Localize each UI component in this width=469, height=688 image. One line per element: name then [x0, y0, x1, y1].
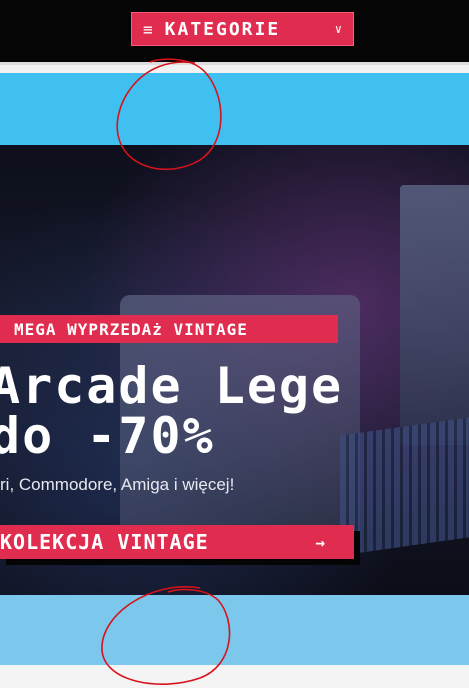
categories-button[interactable]: ≡ KATEGORIE ∨ [131, 12, 354, 46]
footer-strip [0, 665, 469, 688]
vintage-collection-button[interactable]: KOLEKCJA VINTAGE → [0, 525, 354, 559]
keyboard-image [340, 414, 469, 556]
arrow-right-icon: → [315, 532, 326, 552]
cta-label: KOLEKCJA VINTAGE [0, 530, 209, 554]
monitor-image [400, 185, 469, 445]
menu-icon: ≡ [143, 19, 153, 39]
sale-badge: MEGA WYPRZEDAż VINTAGE [0, 315, 338, 343]
chevron-down-icon: ∨ [334, 22, 342, 36]
promo-band-top [0, 73, 469, 145]
hero-subtitle: ri, Commodore, Amiga i więcej! [0, 475, 235, 494]
hero-title-line2: do -70% [0, 407, 215, 465]
promo-band-bottom [0, 595, 469, 665]
divider [0, 62, 469, 73]
hero-banner: MEGA WYPRZEDAż VINTAGE Arcade Lege do -7… [0, 145, 469, 595]
categories-label: KATEGORIE [164, 18, 281, 40]
top-bar: ≡ KATEGORIE ∨ [0, 0, 469, 62]
